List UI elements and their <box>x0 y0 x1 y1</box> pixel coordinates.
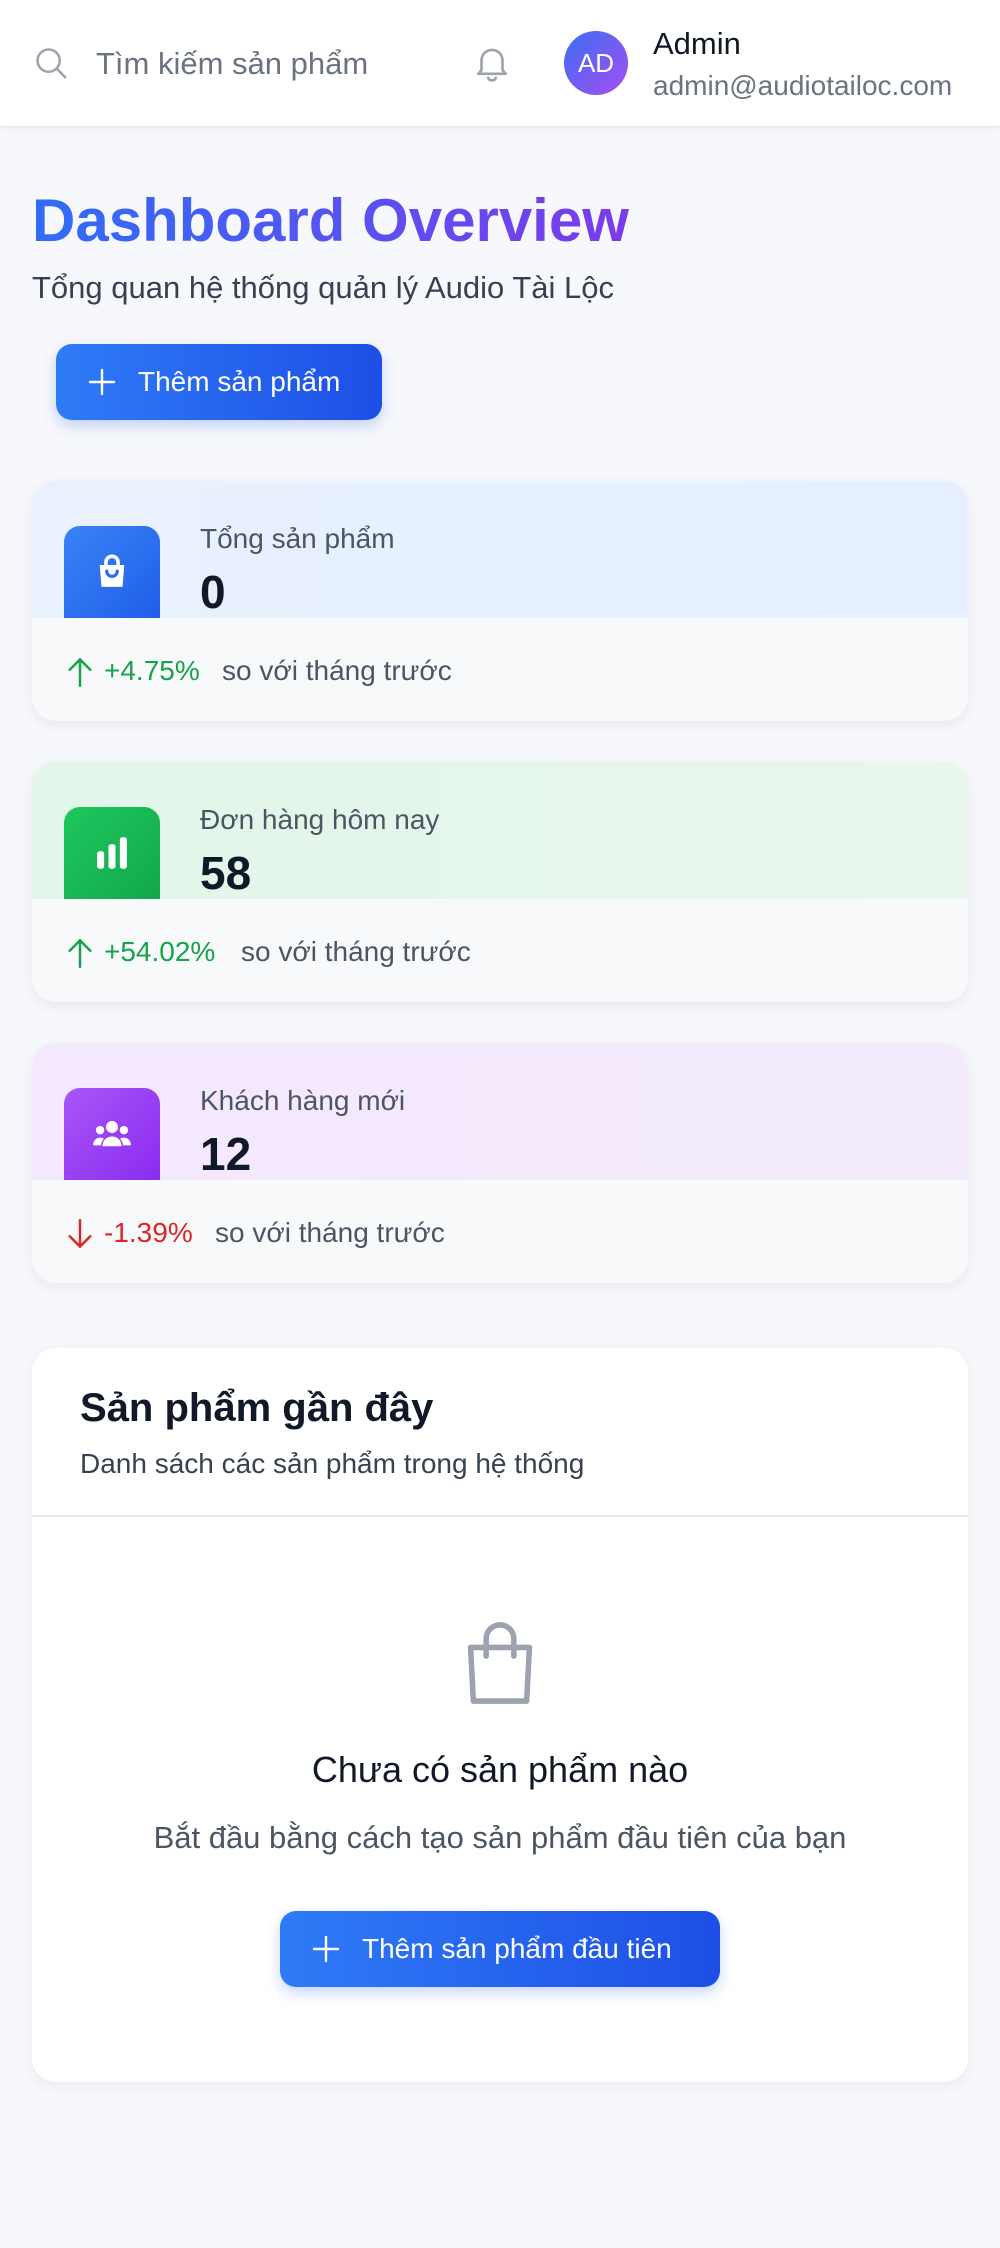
recent-products-subtitle: Danh sách các sản phẩm trong hệ thống <box>80 1448 585 1479</box>
stat-label: Tổng sản phẩm <box>200 523 395 554</box>
stat-card-footer: +54.02% so với tháng trước <box>32 899 968 1002</box>
stat-change: -1.39% <box>104 1217 193 1248</box>
stat-card-header <box>32 1043 968 1180</box>
stat-change: +4.75% <box>104 655 200 686</box>
stat-change: +54.02% <box>104 936 216 967</box>
page-subtitle: Tổng quan hệ thống quản lý Audio Tài Lộc <box>32 270 614 305</box>
add-product-button-label: Thêm sản phẩm <box>138 366 341 397</box>
shopping-bag-icon <box>467 1622 533 1704</box>
stat-comparison: so với tháng trước <box>215 1217 445 1248</box>
recent-products-title: Sản phẩm gần đây <box>80 1386 434 1430</box>
divider <box>32 1515 968 1517</box>
add-first-product-button[interactable]: Thêm sản phẩm đầu tiên <box>280 1911 720 1987</box>
stat-label: Đơn hàng hôm nay <box>200 804 440 835</box>
user-name: Admin <box>653 26 741 61</box>
add-first-product-button-label: Thêm sản phẩm đầu tiên <box>362 1933 672 1964</box>
stat-value: 58 <box>200 847 252 899</box>
arrow-down-icon <box>68 1219 92 1248</box>
users-icon <box>93 1121 131 1147</box>
stat-card-orders-today: Đơn hàng hôm nay 58 +54.02% so với tháng… <box>32 762 968 1002</box>
stat-comparison: so với tháng trước <box>241 936 471 967</box>
add-product-button[interactable]: Thêm sản phẩm <box>56 344 382 420</box>
stat-card-total-products: Tổng sản phẩm 0 +4.75% so với tháng trướ… <box>32 481 968 721</box>
stat-value: 0 <box>200 566 226 618</box>
bell-icon[interactable] <box>471 41 513 85</box>
stat-label: Khách hàng mới <box>200 1085 406 1116</box>
page-title: Dashboard Overview <box>32 184 629 258</box>
avatar[interactable]: AD <box>564 31 628 95</box>
top-bar: AD Admin admin@audiotailoc.com <box>0 0 1000 127</box>
plus-icon <box>88 368 116 396</box>
stat-card-footer: -1.39% so với tháng trước <box>32 1180 968 1283</box>
arrow-up-icon <box>68 939 92 968</box>
stat-card-new-customers: Khách hàng mới 12 -1.39% so với tháng tr… <box>32 1043 968 1283</box>
search-icon[interactable] <box>32 44 70 82</box>
recent-products-panel: Sản phẩm gần đây Danh sách các sản phẩm … <box>32 1348 968 2082</box>
plus-icon <box>312 1935 340 1963</box>
empty-state-title: Chưa có sản phẩm nào <box>311 1749 689 1790</box>
stat-icon-container <box>64 807 160 899</box>
stat-card-header <box>32 481 968 618</box>
stat-card-header <box>32 762 968 899</box>
search-input[interactable] <box>96 40 368 88</box>
user-email: admin@audiotailoc.com <box>653 70 953 101</box>
stat-icon-container <box>64 1088 160 1180</box>
empty-state-text: Bắt đầu bằng cách tạo sản phẩm đầu tiên … <box>153 1820 847 1855</box>
arrow-up-icon <box>68 658 92 687</box>
stat-icon-container <box>64 526 160 618</box>
bar-chart-icon <box>97 837 127 869</box>
shopping-bag-icon <box>99 554 125 587</box>
stat-comparison: so với tháng trước <box>222 655 452 686</box>
stat-value: 12 <box>200 1128 252 1180</box>
stat-card-footer: +4.75% so với tháng trước <box>32 618 968 721</box>
